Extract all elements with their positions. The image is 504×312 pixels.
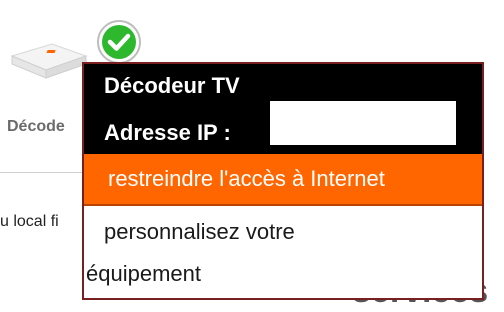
device-label: Décode — [7, 118, 65, 135]
ip-address-value — [270, 101, 456, 145]
personalize-label-line1: personnalisez votre — [104, 219, 295, 244]
restrict-internet-button[interactable]: restreindre l'accès à Internet — [84, 154, 482, 206]
personalize-label-line2: équipement — [86, 261, 201, 286]
popup-title: Décodeur TV — [104, 73, 240, 98]
ip-address-label: Adresse IP : — [104, 120, 231, 145]
restrict-internet-label: restreindre l'accès à Internet — [108, 166, 385, 191]
body-text: u local fi — [0, 213, 59, 230]
personalize-equipment-link[interactable]: personnalisez votre équipement — [84, 206, 482, 298]
check-circle-icon — [97, 20, 141, 64]
popup-header: Décodeur TV Adresse IP : — [84, 64, 482, 154]
tv-decoder-icon — [10, 43, 88, 79]
device-popup: Décodeur TV Adresse IP : restreindre l'a… — [82, 62, 484, 300]
